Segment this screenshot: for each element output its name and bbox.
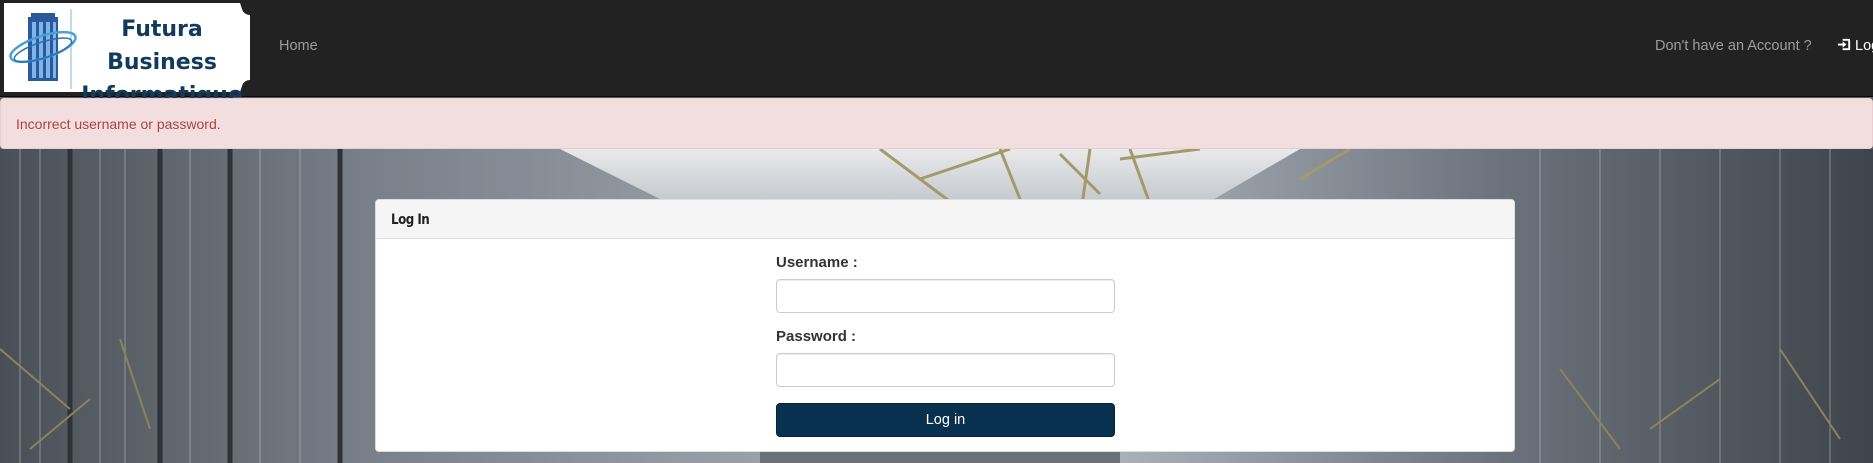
password-input[interactable]	[776, 353, 1115, 387]
login-page: Futura Business Informatique Home Don't …	[0, 0, 1873, 463]
nav-login-label: Log in	[1855, 38, 1873, 54]
brand-logo-link[interactable]: Futura Business Informatique	[4, 3, 250, 108]
nav-login-link[interactable]: Log in	[1837, 37, 1873, 55]
username-label: Username :	[776, 254, 858, 271]
sign-in-icon	[1837, 38, 1851, 51]
password-label: Password :	[776, 328, 857, 345]
top-navbar: Futura Business Informatique Home Don't …	[0, 0, 1873, 108]
nav-register-link[interactable]: Don't have an Account ?	[1655, 37, 1812, 55]
login-panel-heading: Log In	[376, 200, 1514, 239]
error-alert: Incorrect username or password.	[0, 98, 1873, 149]
login-panel-title: Log In	[391, 212, 430, 228]
login-submit-button[interactable]: Log in	[776, 403, 1115, 437]
login-panel: Log In Username : Password : Log in	[375, 199, 1515, 452]
error-alert-message: Incorrect username or password.	[16, 116, 221, 132]
username-input[interactable]	[776, 279, 1115, 313]
brand-name-line-1: Futura Business	[107, 17, 217, 75]
nav-home-link[interactable]: Home	[279, 37, 318, 55]
